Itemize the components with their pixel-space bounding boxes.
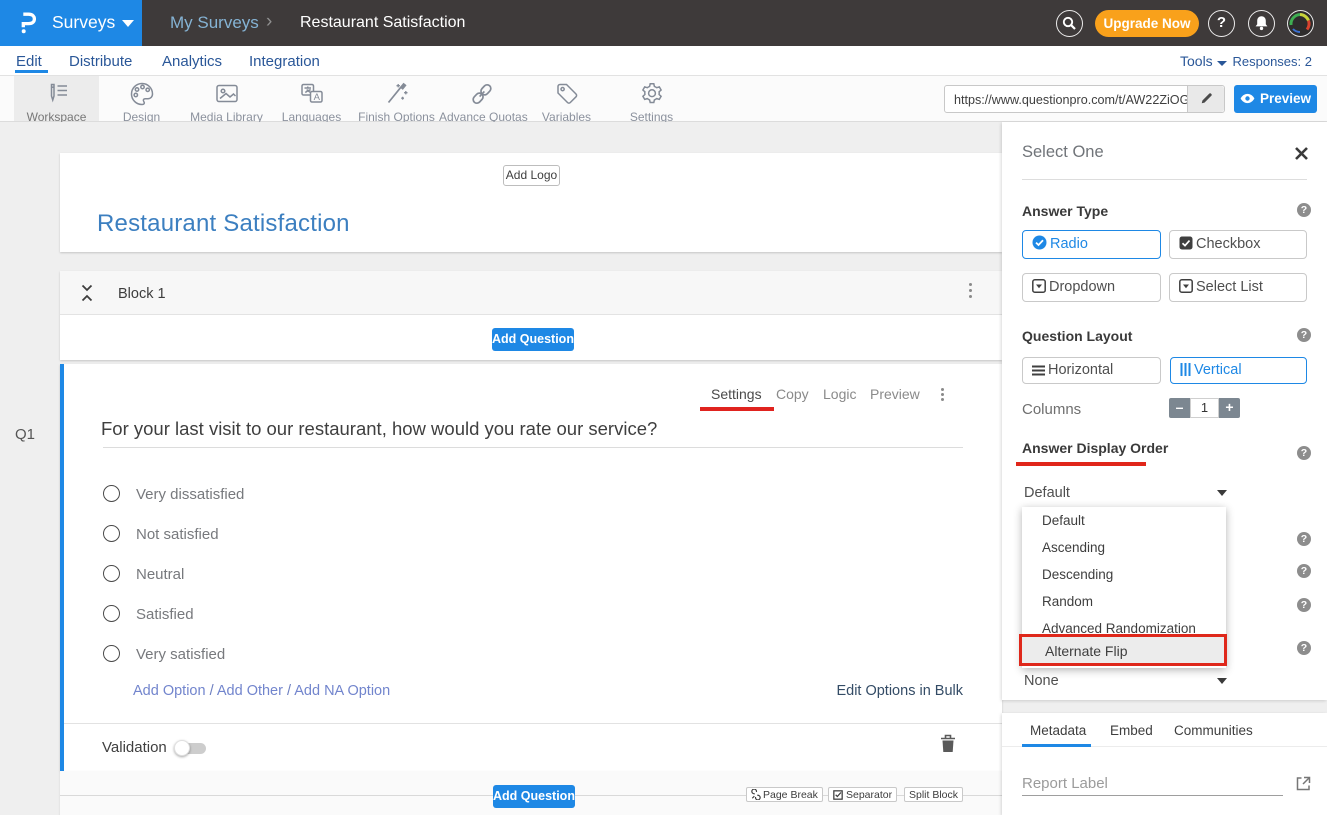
svg-text:A: A bbox=[313, 92, 320, 103]
